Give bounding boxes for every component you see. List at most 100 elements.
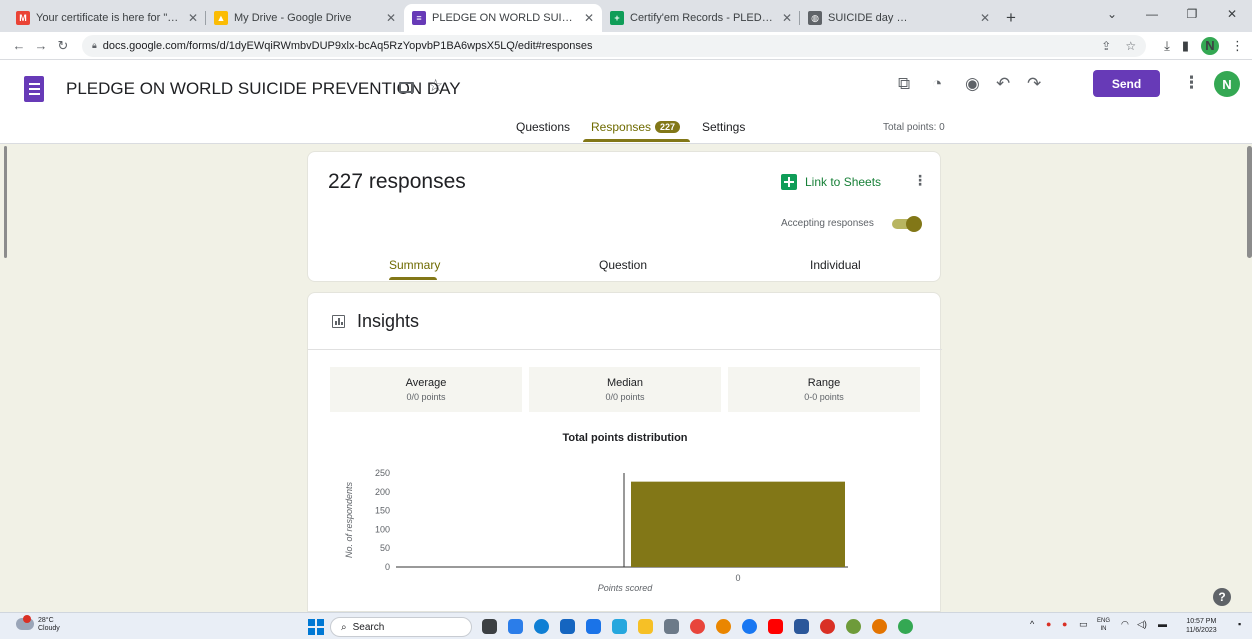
close-icon[interactable]: ✕ xyxy=(386,11,396,25)
address-bar: ← → ↻ 🔒︎ docs.google.com/forms/d/1dyEWqi… xyxy=(0,32,1252,60)
app-icon[interactable] xyxy=(612,619,627,634)
minimize-icon[interactable]: — xyxy=(1132,0,1172,28)
account-avatar[interactable]: N xyxy=(1214,71,1240,97)
browser-tab-cert[interactable]: ◍ SUICIDE day cert ✕ xyxy=(800,4,998,32)
tab-title: PLEDGE ON WORLD SUICIDE PREVENTION xyxy=(432,12,580,24)
language-region: IN xyxy=(1100,626,1107,632)
chrome-profile-icon[interactable] xyxy=(820,619,835,634)
store-icon[interactable] xyxy=(560,619,575,634)
form-tabs: Questions Responses 227 Settings Total po… xyxy=(0,116,1252,144)
responses-count-heading: 227 responses xyxy=(328,170,466,193)
search-label: Search xyxy=(352,621,385,633)
profile-avatar[interactable]: N xyxy=(1201,36,1219,55)
youtube-icon[interactable] xyxy=(768,619,783,634)
help-icon[interactable]: ? xyxy=(1213,588,1231,606)
divider xyxy=(308,349,942,350)
weather-icon[interactable] xyxy=(16,615,34,630)
subtab-summary[interactable]: Summary xyxy=(389,258,440,272)
subtab-individual[interactable]: Individual xyxy=(810,258,861,272)
url-field[interactable]: 🔒︎ docs.google.com/forms/d/1dyEWqiRWmbvD… xyxy=(82,34,1147,57)
addon-puzzle-icon[interactable]: ⧉ xyxy=(898,74,910,94)
tab-responses[interactable]: Responses 227 xyxy=(591,120,681,134)
y-tick-label: 0 xyxy=(385,562,390,572)
more-options-icon[interactable]: ⋮ xyxy=(1183,73,1200,93)
notification-icon[interactable]: ▪ xyxy=(1238,619,1241,629)
scrollbar-thumb[interactable] xyxy=(1247,146,1252,258)
browser-tab-drive[interactable]: ▲ My Drive - Google Drive ✕ xyxy=(206,4,404,32)
stat-value: 0-0 points xyxy=(804,392,844,402)
tab-questions[interactable]: Questions xyxy=(516,120,570,134)
chrome-profile-icon[interactable] xyxy=(872,619,887,634)
stat-label: Median xyxy=(606,377,644,389)
facebook-icon[interactable] xyxy=(742,619,757,634)
palette-icon[interactable]: ◔ xyxy=(932,74,942,94)
windows-taskbar: 28°C Cloudy ⌕ Search ^ ● ● ▭ ENG IN ◠ ◁)… xyxy=(0,612,1252,639)
accepting-responses-label: Accepting responses xyxy=(781,218,874,229)
mail-icon[interactable] xyxy=(586,619,601,634)
taskbar-search[interactable]: ⌕ Search xyxy=(330,617,472,637)
tab-title: Your certificate is here for "PLEDGE xyxy=(36,12,184,24)
folder-icon[interactable] xyxy=(399,82,414,93)
chrome-profile-icon[interactable] xyxy=(898,619,913,634)
redo-icon[interactable]: ↷ xyxy=(1027,74,1041,94)
bookmark-star-icon[interactable]: ☆ xyxy=(1125,39,1136,53)
new-tab-button[interactable]: + xyxy=(998,4,1024,32)
widgets-icon[interactable] xyxy=(508,619,523,634)
send-button[interactable]: Send xyxy=(1093,70,1160,97)
download-icon[interactable]: ⤓ xyxy=(1164,38,1170,54)
browser-tab-strip: M Your certificate is here for "PLEDGE ✕… xyxy=(0,0,1252,32)
tab-settings[interactable]: Settings xyxy=(702,120,745,134)
back-icon[interactable]: ← xyxy=(8,38,30,53)
edge-icon[interactable] xyxy=(534,619,549,634)
accepting-responses-toggle[interactable] xyxy=(892,216,922,232)
task-view-icon[interactable] xyxy=(482,619,497,634)
tray-app-icon[interactable]: ● xyxy=(1062,619,1067,629)
responses-summary-card: 227 responses Link to Sheets ⋮ Accepting… xyxy=(307,151,941,282)
search-icon: ⌕ xyxy=(341,621,347,633)
browser-menu-icon[interactable]: ⋮ xyxy=(1231,38,1244,54)
system-clock[interactable]: 10:57 PM 11/6/2023 xyxy=(1186,617,1217,635)
responses-count-badge: 227 xyxy=(655,121,681,133)
forms-logo-icon[interactable] xyxy=(24,76,44,102)
chrome-profile-icon[interactable] xyxy=(846,619,861,634)
tray-app-icon[interactable]: ● xyxy=(1046,619,1051,629)
subtab-question[interactable]: Question xyxy=(599,258,647,272)
chart-title: Total points distribution xyxy=(562,432,688,444)
wifi-icon[interactable]: ◠ xyxy=(1121,619,1129,630)
forward-icon[interactable]: → xyxy=(30,38,52,53)
reload-icon[interactable]: ↻ xyxy=(52,38,74,54)
close-icon[interactable]: ✕ xyxy=(584,11,594,25)
sidepanel-icon[interactable]: ▮ xyxy=(1182,38,1189,54)
language-indicator[interactable]: ENG IN xyxy=(1097,617,1110,633)
close-icon[interactable]: ✕ xyxy=(980,11,990,25)
close-icon[interactable]: ✕ xyxy=(188,11,198,25)
file-explorer-icon[interactable] xyxy=(638,619,653,634)
windows-start-icon[interactable] xyxy=(308,619,324,635)
weather-widget[interactable]: 28°C Cloudy xyxy=(38,617,60,633)
browser-tab-sheets[interactable]: + Certify'em Records - PLEDGE ON ✕ xyxy=(602,4,800,32)
photos-icon[interactable] xyxy=(664,619,679,634)
sheets-icon: + xyxy=(610,11,624,25)
close-window-icon[interactable]: ✕ xyxy=(1212,0,1252,28)
battery-icon[interactable]: ▬ xyxy=(1158,619,1167,629)
stat-value: 0/0 points xyxy=(406,392,446,402)
chrome-icon[interactable] xyxy=(716,619,731,634)
lock-icon: 🔒︎ xyxy=(92,40,97,50)
chevron-up-icon[interactable]: ^ xyxy=(1030,619,1034,629)
maximize-icon[interactable]: ❐ xyxy=(1172,0,1212,28)
browser-tab-forms[interactable]: ≡ PLEDGE ON WORLD SUICIDE PREVENTION ✕ xyxy=(404,4,602,32)
link-to-sheets-button[interactable]: Link to Sheets xyxy=(805,175,881,189)
close-icon[interactable]: ✕ xyxy=(782,11,792,25)
keyboard-icon[interactable]: ▭ xyxy=(1079,619,1088,630)
responses-more-icon[interactable]: ⋮ xyxy=(913,172,927,189)
word-icon[interactable] xyxy=(794,619,809,634)
browser-tab-gmail[interactable]: M Your certificate is here for "PLEDGE ✕ xyxy=(8,4,206,32)
star-icon[interactable]: ☆ xyxy=(428,76,443,96)
preview-eye-icon[interactable]: ◉ xyxy=(965,74,980,94)
share-icon[interactable]: ⇪ xyxy=(1101,39,1111,53)
app-icon[interactable] xyxy=(690,619,705,634)
undo-icon[interactable]: ↶ xyxy=(996,74,1010,94)
sheets-icon[interactable] xyxy=(781,174,797,190)
chevron-down-icon[interactable]: ⌄ xyxy=(1092,0,1132,28)
volume-icon[interactable]: ◁) xyxy=(1137,619,1147,630)
